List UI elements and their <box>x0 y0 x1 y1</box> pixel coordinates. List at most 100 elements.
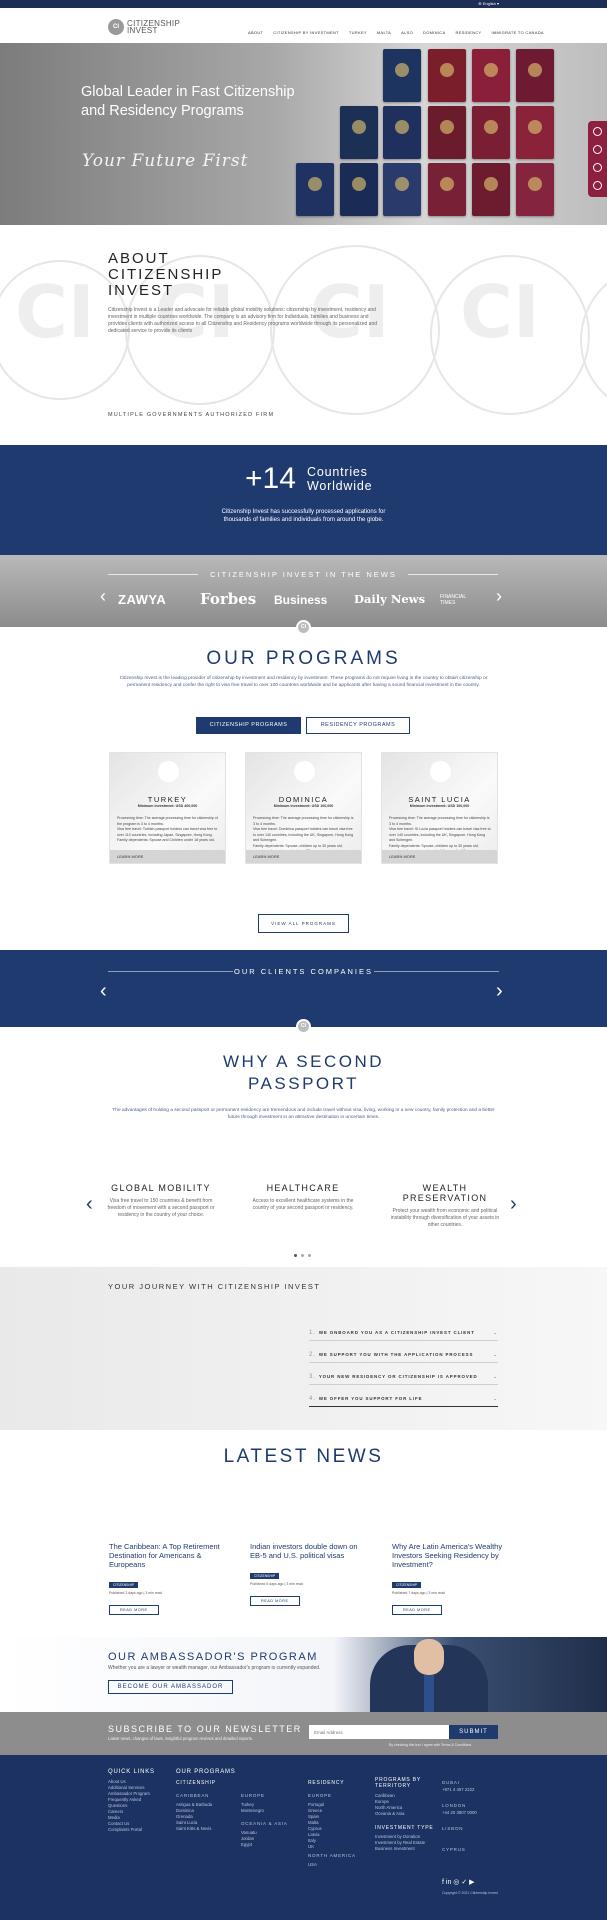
journey-step[interactable]: 4. WE OFFER YOU SUPPORT FOR LIFE ⌄ <box>309 1396 498 1407</box>
learn-more-button[interactable]: LEARN MORE <box>382 850 497 863</box>
footer-heading-residency-europe: EUROPE <box>308 1793 332 1798</box>
program-card-saint-lucia[interactable]: SAINT LUCIA Minimum Investment: USD 100,… <box>381 752 498 864</box>
footer-link[interactable]: Montenegro <box>241 1808 264 1814</box>
footer-territory-links: Caribbean Europe North America Oceania &… <box>375 1793 404 1817</box>
logo-icon[interactable]: CI <box>108 19 124 35</box>
whatsapp-icon[interactable] <box>593 145 602 154</box>
become-ambassador-button[interactable]: BECOME OUR AMBASSADOR <box>108 1680 233 1694</box>
view-all-programs-button[interactable]: VIEW ALL PROGRAMS <box>258 914 349 933</box>
mail-icon[interactable] <box>593 163 602 172</box>
passport-image <box>340 106 378 159</box>
chevron-right-icon[interactable]: › <box>496 586 502 607</box>
footer-heading-investment: INVESTMENT TYPE <box>375 1825 434 1831</box>
journey-step[interactable]: 1. WE ONBOARD YOU AS A CITIZENSHIP INVEST… <box>309 1330 498 1341</box>
news-headline[interactable]: Indian investors double down on EB-5 and… <box>250 1542 362 1560</box>
footer-link[interactable]: UK <box>308 1844 324 1850</box>
read-more-button[interactable]: READ MORE <box>250 1596 300 1606</box>
why-column-wealth: WEALTH PRESERVATION Protect your wealth … <box>390 1183 500 1229</box>
email-input[interactable] <box>309 1725 449 1739</box>
card-body: Processing time: The average processing … <box>117 816 219 844</box>
nav-item-about[interactable]: ABOUT <box>248 30 263 35</box>
program-card-turkey[interactable]: TURKEY Minimum Investment: USD 400,000 P… <box>109 752 226 864</box>
news-headline[interactable]: The Caribbean: A Top Retirement Destinat… <box>109 1542 221 1569</box>
nav-item-turkey[interactable]: TURKEY <box>349 30 367 35</box>
latest-news-title: LATEST NEWS <box>223 1446 384 1467</box>
nav-item-citizenship[interactable]: CITIZENSHIP BY INVESTMENT <box>273 30 339 35</box>
footer-link[interactable]: USA <box>308 1862 317 1868</box>
footer-office-london: LONDON <box>442 1803 467 1808</box>
chevron-left-icon[interactable]: ‹ <box>100 980 107 1003</box>
terms-checkbox-label[interactable]: By checking this box I agree with Terms … <box>389 1743 471 1747</box>
nav-item-dominica[interactable]: DOMINICA <box>423 30 445 35</box>
footer-london-phone[interactable]: +44 20 3807 0000 <box>442 1810 477 1816</box>
footer-heading-territory: PROGRAMS BY TERRITORY <box>375 1777 421 1789</box>
language-selector[interactable]: ⊕ English ▾ <box>478 1 499 6</box>
chevron-right-icon[interactable]: › <box>496 980 503 1003</box>
why-column-title: HEALTHCARE <box>266 1183 340 1193</box>
card-processing: Processing time: The average processing … <box>253 816 354 826</box>
news-card[interactable]: The Caribbean: A Top Retirement Destinat… <box>109 1542 221 1616</box>
footer-heading-caribbean: CARIBBEAN <box>176 1793 210 1798</box>
countries-word1: Countries <box>307 465 368 479</box>
news-tag: CITIZENSHIP <box>109 1582 139 1588</box>
read-more-button[interactable]: READ MORE <box>109 1605 159 1615</box>
passport-image <box>516 163 554 216</box>
about-subtitle: MULTIPLE GOVERNMENTS AUTHORIZED FIRM <box>108 412 275 418</box>
footer-oceania-links: Vanuatu Jordan Egypt <box>241 1830 257 1848</box>
nav-item-residency[interactable]: RESIDENCY <box>455 30 481 35</box>
chevron-left-icon[interactable]: ‹ <box>100 586 106 607</box>
nav-item-also[interactable]: ALSO <box>401 30 413 35</box>
card-family: Family dependents: Spouse and Children u… <box>117 838 215 842</box>
footer-dubai-phone[interactable]: +971 4 457 2222 <box>442 1787 474 1793</box>
nav-item-malta[interactable]: MALTA <box>377 30 391 35</box>
chevron-right-icon[interactable]: › <box>510 1193 517 1216</box>
about-title-line2: CITIZENSHIP <box>108 266 224 283</box>
footer-link[interactable]: Oceania & Asia <box>375 1811 404 1817</box>
main-nav: ABOUT CITIZENSHIP BY INVESTMENT TURKEY M… <box>248 30 544 35</box>
news-card[interactable]: Why Are Latin America's Wealthy Investor… <box>392 1542 504 1616</box>
footer-link[interactable]: Saint Kitts & Nevis <box>176 1826 212 1832</box>
site-footer: QUICK LINKS About Us Additional Services… <box>0 1755 607 1920</box>
chevron-left-icon[interactable]: ‹ <box>86 1193 93 1216</box>
footer-link[interactable]: Business Investment <box>375 1846 425 1852</box>
passport-image <box>516 49 554 102</box>
phone-icon[interactable] <box>593 127 602 136</box>
card-body: Processing time: The average processing … <box>253 816 355 855</box>
hero-banner: Global Leader in Fast Citizenship and Re… <box>0 43 607 225</box>
tab-residency-programs[interactable]: RESIDENCY PROGRAMS <box>306 717 410 734</box>
ci-badge-icon: CI <box>296 1019 311 1034</box>
journey-step[interactable]: 3. YOUR NEW RESIDENCY OR CITIZENSHIP IS A… <box>309 1374 498 1385</box>
press-logo-zawya: ZAWYA <box>118 592 167 607</box>
footer-link[interactable]: Egypt <box>241 1842 257 1848</box>
news-card[interactable]: Indian investors double down on EB-5 and… <box>250 1542 362 1607</box>
nav-item-canada[interactable]: IMMIGRATE TO CANADA <box>491 30 543 35</box>
carousel-dot[interactable] <box>308 1254 311 1257</box>
contact-side-tab[interactable] <box>588 121 607 197</box>
ambassador-section: OUR AMBASSADOR'S PROGRAM Whether you are… <box>0 1637 607 1712</box>
journey-section: YOUR JOURNEY WITH CITIZENSHIP INVEST 1. W… <box>0 1267 607 1430</box>
carousel-dot[interactable] <box>294 1254 297 1257</box>
footer-caribbean-links: Antigua & Barbuda Dominica Grenada Saint… <box>176 1802 212 1832</box>
step-label: WE OFFER YOU SUPPORT FOR LIFE <box>318 1396 423 1401</box>
journey-step[interactable]: 2. WE SUPPORT YOU WITH THE APPLICATION PR… <box>309 1352 498 1363</box>
footer-link[interactable]: Complaints Portal <box>108 1827 150 1833</box>
tab-citizenship-programs[interactable]: CITIZENSHIP PROGRAMS <box>196 717 301 734</box>
program-card-dominica[interactable]: DOMINICA Minimum Investment: USD 100,000… <box>245 752 362 864</box>
read-more-button[interactable]: READ MORE <box>392 1605 442 1615</box>
learn-more-button[interactable]: LEARN MORE <box>110 850 225 863</box>
news-headline[interactable]: Why Are Latin America's Wealthy Investor… <box>392 1542 504 1569</box>
card-title: SAINT LUCIA <box>408 795 471 804</box>
carousel-dot[interactable] <box>301 1254 304 1257</box>
submit-button[interactable]: SUBMIT <box>449 1725 498 1739</box>
saint-lucia-flag-icon <box>430 761 451 782</box>
about-title-line1: ABOUT <box>108 250 170 267</box>
carousel-dots <box>294 1254 311 1257</box>
passport-image <box>472 49 510 102</box>
card-visa-free: Visa free travel: Dominica passport hold… <box>253 827 354 842</box>
social-icons[interactable]: f in ◎ ✓ ▶ <box>442 1878 475 1886</box>
logo-text[interactable]: CITIZENSHIP INVEST <box>127 20 180 35</box>
chevron-down-icon: ⌄ <box>493 1352 498 1357</box>
learn-more-button[interactable]: LEARN MORE <box>246 850 361 863</box>
chat-icon[interactable] <box>593 181 602 190</box>
footer-heading-europe: EUROPE <box>241 1793 265 1798</box>
